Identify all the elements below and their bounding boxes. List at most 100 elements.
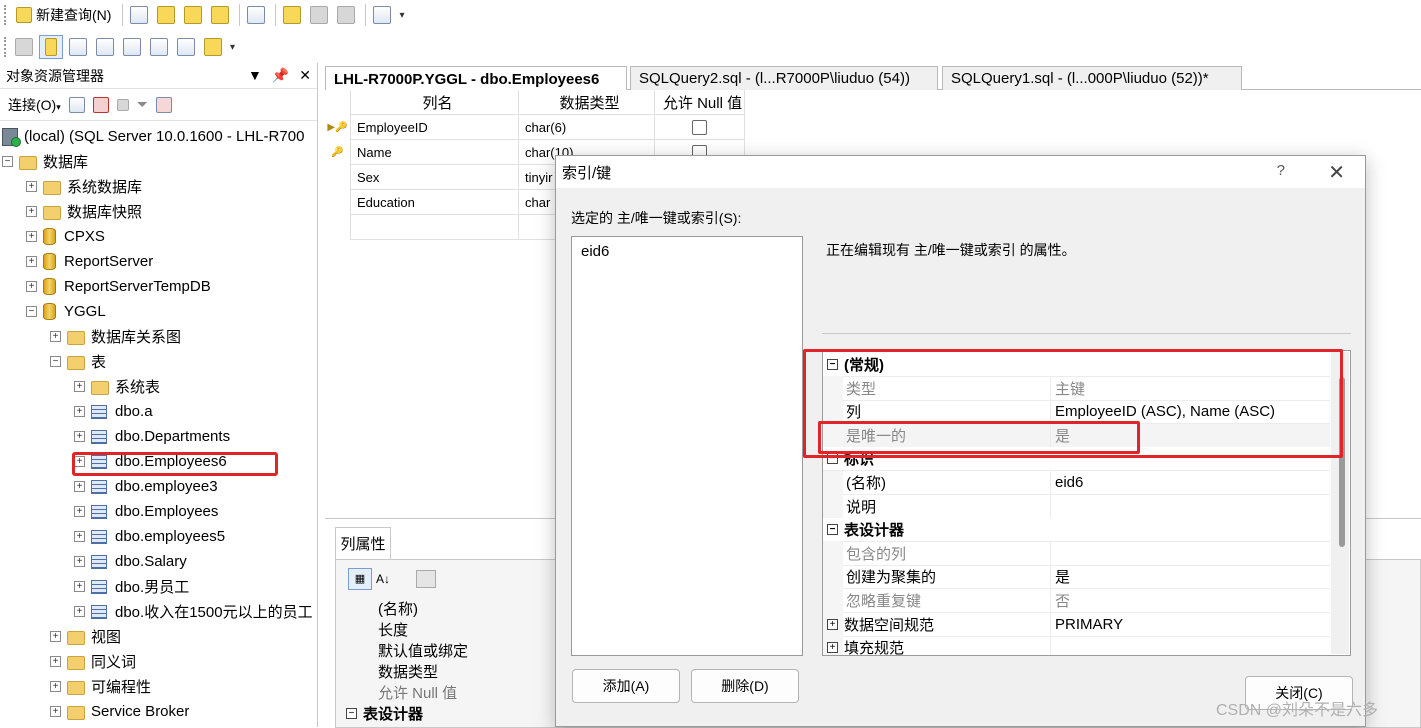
expand-icon[interactable]: +	[74, 581, 85, 592]
column-properties-tab[interactable]: 列属性	[335, 527, 391, 559]
tree-node[interactable]: + dbo.employees5	[74, 524, 225, 549]
manage-indexes-button[interactable]	[93, 35, 117, 59]
row-selector[interactable]: ▶🔑	[325, 115, 351, 140]
property-row[interactable]: (名称) eid6	[823, 470, 1330, 495]
tree-node[interactable]: + dbo.男员工	[74, 574, 189, 599]
manage-xml-indexes-button[interactable]	[147, 35, 171, 59]
check-constraints-button[interactable]	[174, 35, 198, 59]
expand-icon[interactable]: +	[74, 556, 85, 567]
tree-node[interactable]: + 同义词	[50, 649, 136, 674]
tree-node[interactable]: + dbo.a	[74, 399, 153, 424]
delete-button[interactable]: 删除(D)	[691, 669, 799, 703]
expand-icon[interactable]: +	[74, 381, 85, 392]
alphabetical-sort-icon[interactable]: A↓	[376, 568, 400, 590]
tree-node[interactable]: + CPXS	[26, 224, 105, 249]
allow-null-checkbox[interactable]	[692, 120, 707, 135]
column-name-cell[interactable]: Sex	[351, 165, 519, 190]
tab-employees6-designer[interactable]: LHL-R7000P.YGGL - dbo.Employees6	[325, 66, 627, 91]
property-row[interactable]: 创建为聚集的 是	[823, 564, 1330, 590]
expand-icon[interactable]: +	[50, 631, 61, 642]
disconnect-icon[interactable]	[92, 96, 109, 113]
collapse-icon[interactable]: −	[827, 524, 838, 536]
manage-fulltext-button[interactable]	[120, 35, 144, 59]
tree-node[interactable]: (local) (SQL Server 10.0.1600 - LHL-R700	[2, 124, 304, 149]
connect-button[interactable]: 连接(O)▾	[8, 95, 61, 115]
data-type-cell[interactable]: char(6)	[519, 115, 655, 140]
stop-icon[interactable]	[116, 98, 129, 111]
analysis-dmx-query-button[interactable]	[181, 3, 205, 27]
expand-icon[interactable]: +	[26, 256, 37, 267]
spatial-indexes-button[interactable]	[201, 35, 225, 59]
tree-node[interactable]: + dbo.Departments	[74, 424, 230, 449]
new-query-button[interactable]: 新建查询(N)	[12, 3, 115, 27]
tree-node[interactable]: + ReportServer	[26, 249, 153, 274]
tab-sqlquery2[interactable]: SQLQuery2.sql - (l...R7000P\liuduo (54))	[630, 66, 938, 90]
tree-node[interactable]: + dbo.Salary	[74, 549, 187, 574]
pin-icon[interactable]: 📌	[272, 67, 289, 84]
expand-icon[interactable]: +	[50, 706, 61, 717]
tree-node[interactable]: + Service Broker	[50, 699, 189, 724]
property-row[interactable]: 忽略重复键 否	[823, 588, 1330, 613]
tree-node[interactable]: + ReportServerTempDB	[26, 274, 211, 299]
collapse-icon[interactable]: −	[346, 708, 357, 719]
add-button[interactable]: 添加(A)	[572, 669, 680, 703]
analysis-mdx-query-button[interactable]	[154, 3, 178, 27]
save-button[interactable]	[307, 3, 331, 27]
expand-icon[interactable]: +	[26, 206, 37, 217]
categorized-sort-icon[interactable]: ▦	[348, 568, 372, 590]
property-value[interactable]	[1050, 541, 1055, 566]
property-value[interactable]: PRIMARY	[1050, 612, 1123, 637]
tree-node[interactable]: + 系统表	[74, 374, 160, 399]
tree-node[interactable]: + 可编程性	[50, 674, 151, 699]
filter-icon[interactable]: ⏷	[137, 96, 148, 113]
expand-icon[interactable]: +	[74, 506, 85, 517]
tree-node[interactable]: − 数据库	[2, 149, 88, 174]
expand-icon[interactable]: +	[26, 231, 37, 242]
tree-node[interactable]: + 视图	[50, 624, 121, 649]
close-icon[interactable]: ✕	[299, 67, 311, 84]
help-icon[interactable]: ?	[1277, 162, 1285, 179]
tree-node[interactable]: + 数据库快照	[26, 199, 142, 224]
database-engine-query-button[interactable]	[127, 3, 151, 27]
property-value[interactable]	[1050, 635, 1055, 655]
row-selector[interactable]	[325, 165, 351, 190]
list-item[interactable]: eid6	[581, 243, 609, 260]
property-row[interactable]: + 填充规范	[823, 635, 1330, 655]
toolbar-overflow-icon[interactable]: ▾	[399, 10, 404, 21]
tree-node[interactable]: + dbo.收入在1500元以上的员工	[74, 599, 313, 624]
tree-node[interactable]: − YGGL	[26, 299, 106, 324]
collapse-icon[interactable]: −	[50, 356, 61, 367]
table-row[interactable]: ▶🔑 EmployeeID char(6)	[325, 115, 745, 140]
index-list[interactable]: eid6	[571, 236, 803, 656]
expand-icon[interactable]: +	[74, 606, 85, 617]
collapse-icon[interactable]: −	[26, 306, 37, 317]
open-file-button[interactable]	[280, 3, 304, 27]
expand-icon[interactable]: +	[50, 656, 61, 667]
property-value[interactable]: eid6	[1050, 470, 1083, 495]
column-name-cell[interactable]: EmployeeID	[351, 115, 519, 140]
sql-ce-query-button[interactable]	[244, 3, 268, 27]
toolbar-overflow-icon[interactable]: ▾	[230, 42, 235, 53]
refresh-icon[interactable]	[155, 96, 172, 113]
tree-node[interactable]: + 系统数据库	[26, 174, 142, 199]
tree-node[interactable]: − 表	[50, 349, 106, 374]
tree-node[interactable]: + dbo.employee3	[74, 474, 218, 499]
tree-node[interactable]: + dbo.Employees	[74, 499, 218, 524]
expand-icon[interactable]: +	[74, 431, 85, 442]
expand-icon[interactable]: +	[50, 331, 61, 342]
property-value[interactable]: 是	[1050, 564, 1070, 589]
expand-icon[interactable]: +	[827, 618, 838, 630]
panel-dropdown-icon[interactable]: ▼	[248, 67, 262, 84]
property-pages-icon[interactable]	[416, 570, 436, 588]
expand-icon[interactable]: +	[50, 681, 61, 692]
property-row[interactable]: 包含的列	[823, 541, 1330, 566]
row-selector[interactable]	[325, 190, 351, 215]
expand-icon[interactable]: +	[74, 481, 85, 492]
property-row[interactable]: + 数据空间规范 PRIMARY	[823, 612, 1330, 637]
column-name-cell[interactable]: Education	[351, 190, 519, 215]
activity-monitor-button[interactable]	[370, 3, 394, 27]
print-button[interactable]	[334, 3, 358, 27]
tab-sqlquery1[interactable]: SQLQuery1.sql - (l...000P\liuduo (52))*	[942, 66, 1242, 90]
collapse-icon[interactable]: −	[2, 156, 13, 167]
expand-icon[interactable]: +	[26, 181, 37, 192]
